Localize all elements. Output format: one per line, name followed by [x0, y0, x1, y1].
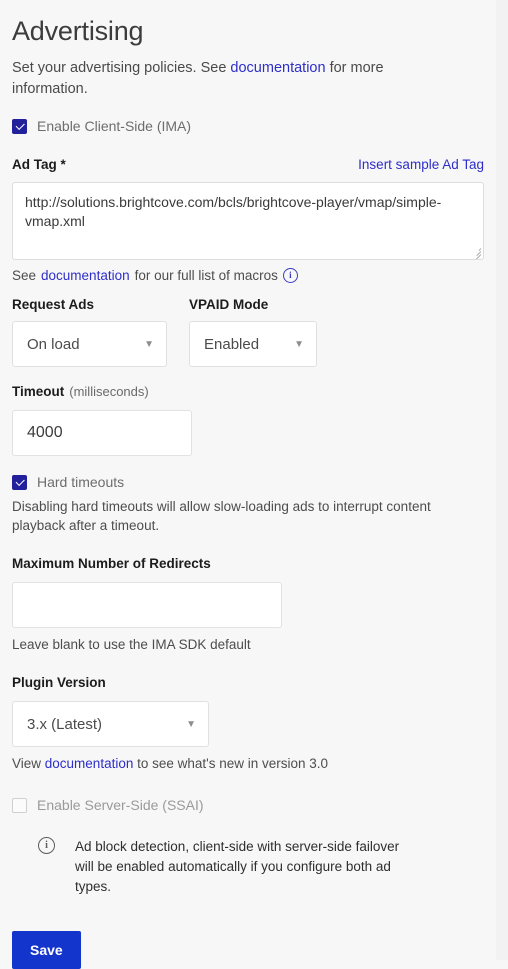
plugin-version-helper-after: to see what's new in version 3.0: [133, 756, 329, 771]
enable-server-side-label: Enable Server-Side (SSAI): [37, 797, 204, 813]
hard-timeouts-description: Disabling hard timeouts will allow slow-…: [12, 499, 431, 533]
timeout-label: Timeout (milliseconds): [12, 383, 484, 401]
ad-block-detection-note-text: Ad block detection, client-side with ser…: [75, 839, 400, 894]
chevron-down-icon: ▼: [186, 718, 196, 730]
plugin-version-helper: View documentation to see what's new in …: [12, 754, 484, 773]
max-redirects-helper: Leave blank to use the IMA SDK default: [12, 637, 251, 652]
timeout-value: 4000: [27, 424, 63, 441]
max-redirects-field: Maximum Number of Redirects Leave blank …: [12, 555, 484, 654]
max-redirects-label: Maximum Number of Redirects: [12, 556, 211, 571]
enable-server-side-checkbox[interactable]: [12, 797, 27, 813]
intro-text-before: Set your advertising policies. See: [12, 60, 231, 76]
info-icon[interactable]: i: [282, 268, 298, 283]
documentation-link-plugin-version[interactable]: documentation: [45, 756, 134, 771]
ad-tag-label: Ad Tag *: [12, 157, 66, 172]
enable-server-side-row[interactable]: Enable Server-Side (SSAI): [12, 797, 484, 813]
hard-timeouts-row[interactable]: Hard timeouts: [12, 474, 484, 490]
right-edge-strip: [496, 0, 508, 960]
plugin-version-value: 3.x (Latest): [27, 715, 103, 733]
ad-tag-label-row: Ad Tag * Insert sample Ad Tag: [12, 156, 484, 174]
hard-timeouts-checkbox[interactable]: [12, 474, 27, 490]
plugin-version-select[interactable]: 3.x (Latest) ▼: [12, 701, 209, 747]
save-button[interactable]: Save: [12, 931, 81, 969]
ad-tag-helper: See documentation for our full list of m…: [12, 268, 484, 283]
vpaid-mode-value: Enabled: [204, 335, 260, 353]
documentation-link-intro[interactable]: documentation: [230, 60, 325, 76]
enable-client-side-label: Enable Client-Side (IMA): [37, 118, 192, 134]
request-ads-value: On load: [27, 335, 80, 353]
insert-sample-ad-tag-link[interactable]: Insert sample Ad Tag: [358, 157, 484, 172]
vpaid-mode-field: VPAID Mode Enabled ▼: [189, 297, 317, 367]
ad-block-detection-note: i Ad block detection, client-side with s…: [12, 837, 484, 897]
resize-grip-icon[interactable]: [471, 247, 482, 259]
plugin-version-label: Plugin Version: [12, 675, 106, 690]
info-icon: i: [38, 837, 55, 854]
page-title: Advertising: [12, 16, 144, 46]
ad-tag-value: http://solutions.brightcove.com/bcls/bri…: [25, 194, 442, 229]
request-ads-label: Request Ads: [12, 297, 95, 312]
intro-paragraph: Set your advertising policies. See docum…: [12, 58, 432, 100]
ad-tag-helper-after: for our full list of macros: [134, 268, 278, 283]
request-ads-select[interactable]: On load ▼: [12, 321, 167, 367]
timeout-field: Timeout (milliseconds) 4000: [12, 383, 484, 456]
request-ads-field: Request Ads On load ▼: [12, 297, 167, 367]
enable-client-side-checkbox[interactable]: [12, 118, 27, 134]
advertising-settings-panel: Advertising Set your advertising policie…: [0, 0, 496, 969]
chevron-down-icon: ▼: [144, 338, 154, 350]
plugin-version-field: Plugin Version 3.x (Latest) ▼ View docum…: [12, 674, 484, 773]
vpaid-mode-select[interactable]: Enabled ▼: [189, 321, 317, 367]
max-redirects-input[interactable]: [12, 582, 282, 628]
ad-tag-helper-before: See: [12, 268, 37, 283]
ad-tag-textarea[interactable]: http://solutions.brightcove.com/bcls/bri…: [12, 182, 484, 260]
plugin-version-helper-before: View: [12, 756, 45, 771]
request-vpaid-row: Request Ads On load ▼ VPAID Mode Enabled…: [12, 297, 484, 367]
hard-timeouts-label: Hard timeouts: [37, 474, 125, 490]
timeout-input[interactable]: 4000: [12, 410, 192, 456]
chevron-down-icon: ▼: [294, 338, 304, 350]
vpaid-mode-label: VPAID Mode: [189, 297, 269, 312]
timeout-label-text: Timeout: [12, 384, 65, 399]
timeout-unit: (milliseconds): [69, 384, 149, 399]
enable-client-side-row[interactable]: Enable Client-Side (IMA): [12, 118, 484, 134]
documentation-link-macros[interactable]: documentation: [41, 268, 130, 283]
